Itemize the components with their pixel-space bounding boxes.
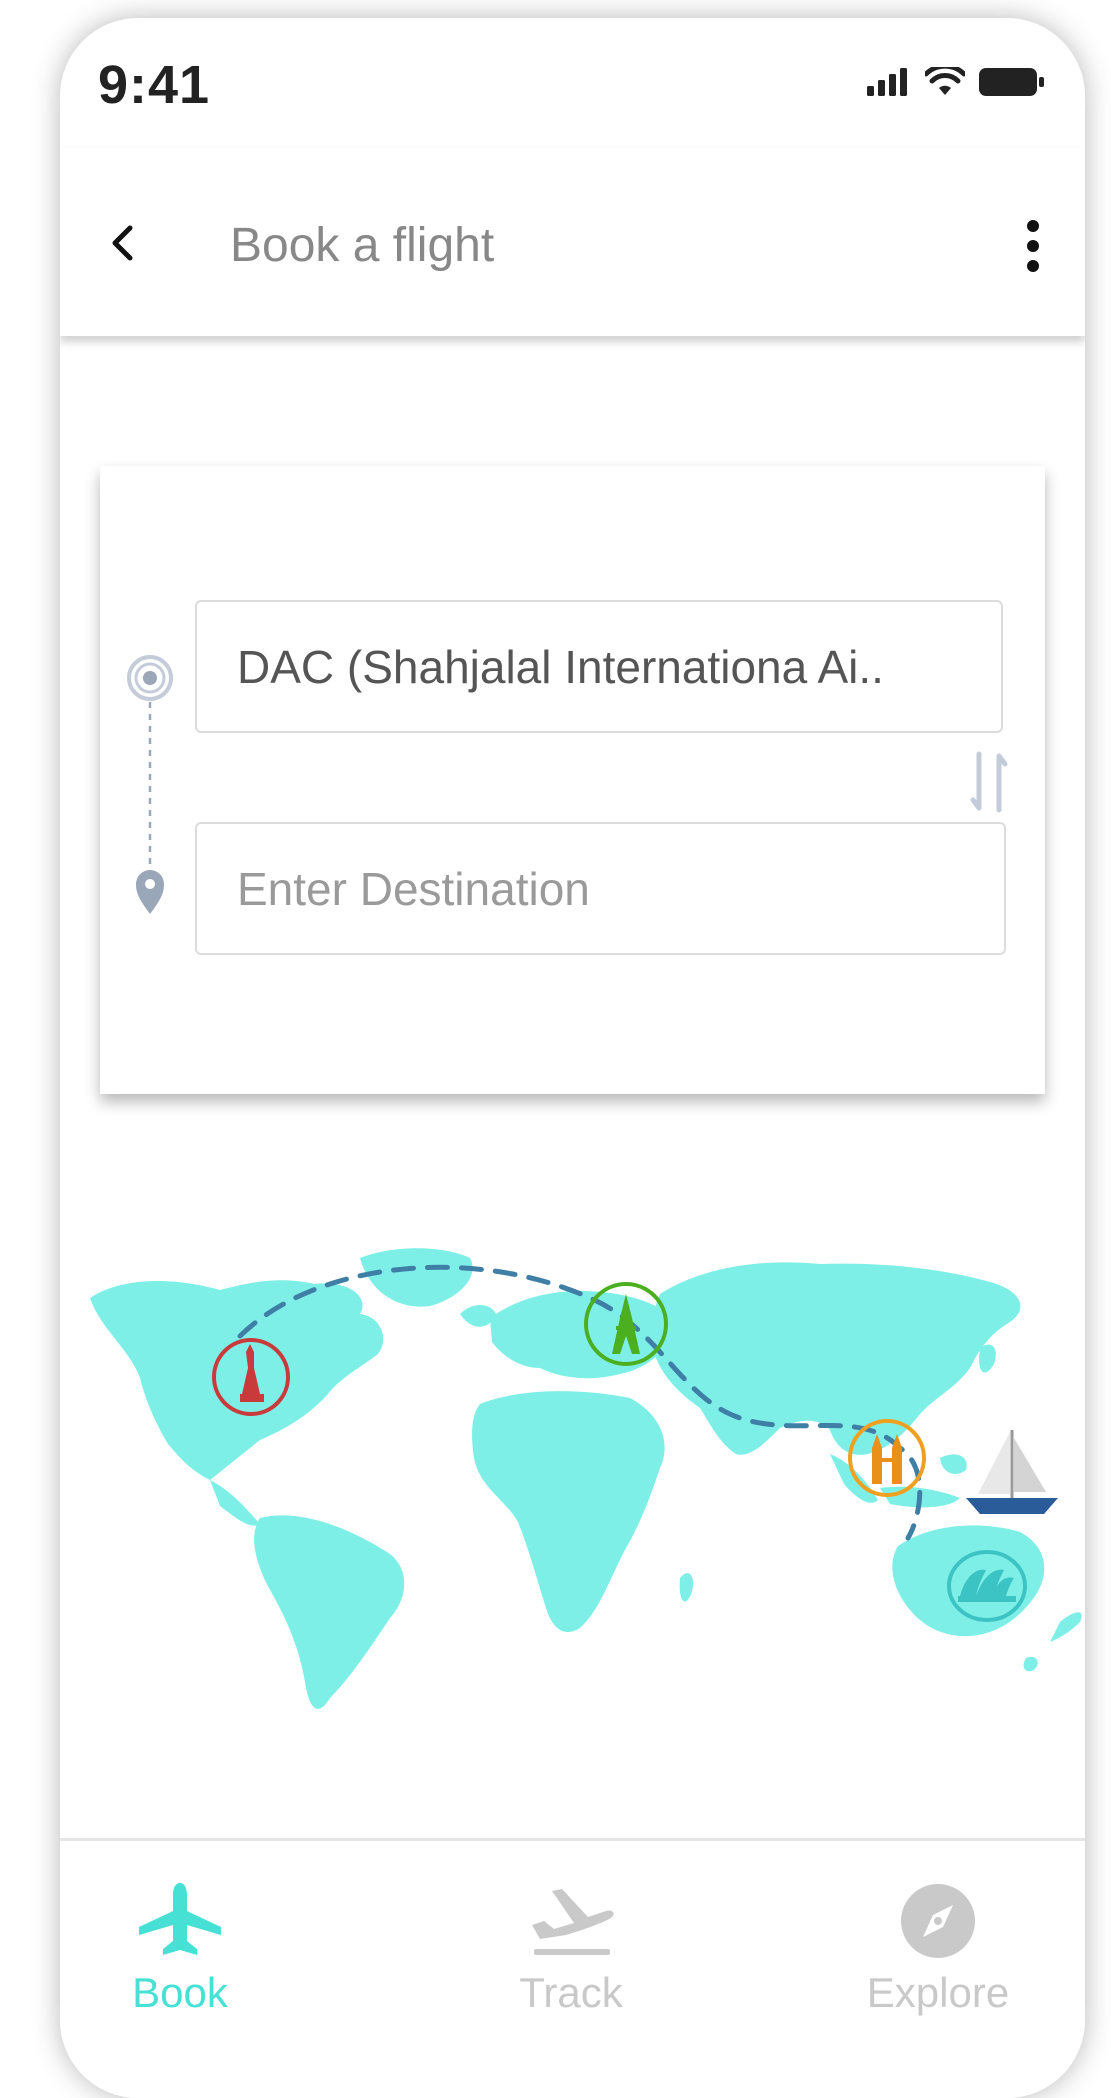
chevron-left-icon [112,225,133,261]
origin-input[interactable] [197,638,1001,695]
bottom-navigation: Book Track Explore [60,1838,1085,2098]
africa-shape [472,1391,665,1633]
booking-card [100,466,1045,1094]
nav-item-track[interactable]: Track [451,1881,691,2021]
phone-frame: 9:41 Book a flight DAC (Shahjalal Intern… [60,18,1085,2098]
signal-icon [867,68,907,96]
destination-pin-icon [136,870,164,914]
status-bar: 9:41 [60,18,1085,148]
sailboat-icon [966,1430,1058,1514]
greenland-shape [360,1248,473,1307]
more-menu-button[interactable] [1021,216,1045,276]
nav-label-explore: Explore [866,1969,1010,2016]
swap-icon [970,751,1008,813]
status-time: 9:41 [98,55,211,115]
wifi-icon [925,67,965,95]
more-vertical-icon [1027,220,1039,272]
nav-label-book: Book [132,1969,228,2016]
compass-icon [901,1884,975,1958]
north-america-shape [90,1280,384,1480]
app-bar: Book a flight [60,148,1085,336]
south-america-shape [254,1515,405,1709]
page-title: Book a flight [230,219,495,272]
nav-item-explore[interactable]: Explore [818,1881,1058,2021]
back-button[interactable] [100,220,146,266]
battery-icon [979,68,1044,96]
nav-item-book[interactable]: Book [60,1881,300,2021]
world-map-illustration [90,1248,1082,1709]
nav-label-track: Track [519,1969,623,2016]
origin-field[interactable] [195,600,1003,733]
europe-shape [490,1291,680,1379]
status-icons [867,62,1045,102]
swap-button[interactable] [969,750,1009,814]
destination-field[interactable] [195,822,1006,955]
route-indicator [127,655,173,914]
destination-input[interactable] [197,860,1004,917]
airplane-icon [139,1883,221,1955]
origin-marker-icon [127,655,173,701]
airplane-takeoff-icon [532,1889,614,1955]
